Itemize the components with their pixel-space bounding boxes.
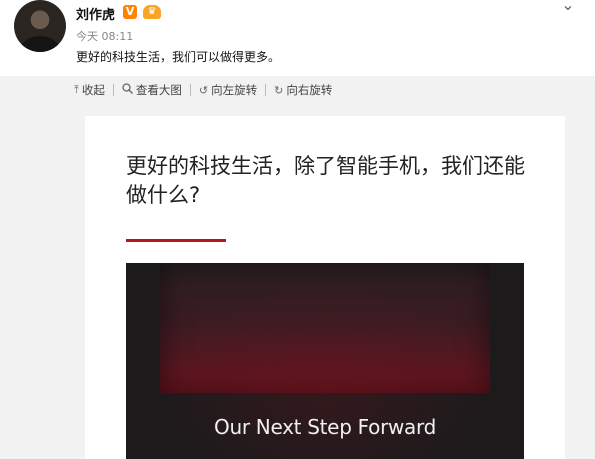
post-image[interactable]: 更好的科技生活，除了智能手机，我们还能做什么? Our Next Step Fo… xyxy=(85,116,565,459)
post-timestamp[interactable]: 今天 08:11 xyxy=(76,28,133,44)
divider xyxy=(112,84,114,96)
author-name[interactable]: 刘作虎 xyxy=(76,4,115,23)
avatar[interactable] xyxy=(14,0,66,52)
rotate-right-icon: ↻ xyxy=(274,83,284,97)
search-icon xyxy=(122,83,133,97)
rotate-right-button[interactable]: ↻ 向右旋转 xyxy=(274,82,332,98)
rotate-right-label: 向右旋转 xyxy=(286,83,333,97)
collapse-label: 收起 xyxy=(81,83,105,97)
verified-badge-icon[interactable]: V xyxy=(123,5,137,19)
divider xyxy=(265,84,267,96)
crown-badge-icon[interactable]: ♛ xyxy=(143,5,161,19)
image-title: 更好的科技生活，除了智能手机，我们还能做什么? xyxy=(126,154,525,207)
collapse-button[interactable]: ⤒ 收起 xyxy=(74,82,105,98)
post-text: 更好的科技生活，我们可以做得更多。 xyxy=(76,50,281,64)
avatar-figure xyxy=(20,36,60,52)
rotate-left-button[interactable]: ↺ 向左旋转 xyxy=(199,82,257,98)
chevron-down-icon[interactable]: ⌄ xyxy=(556,0,580,14)
divider xyxy=(189,84,191,96)
promo-banner: Our Next Step Forward xyxy=(126,263,524,459)
promo-caption: Our Next Step Forward xyxy=(214,415,436,439)
view-large-label: 查看大图 xyxy=(135,83,182,97)
post-header: 刘作虎 V ♛ ⌄ 今天 08:11 更好的科技生活，我们可以做得更多。 xyxy=(0,0,595,76)
accent-divider xyxy=(126,239,226,242)
view-large-button[interactable]: 查看大图 xyxy=(122,82,182,98)
collapse-icon: ⤒ xyxy=(74,83,79,96)
image-toolbar: ⤒ 收起 查看大图 ↺ 向左旋转 ↻ 向右旋转 xyxy=(74,81,332,99)
rotate-left-label: 向左旋转 xyxy=(211,83,258,97)
rotate-left-icon: ↺ xyxy=(198,83,209,97)
